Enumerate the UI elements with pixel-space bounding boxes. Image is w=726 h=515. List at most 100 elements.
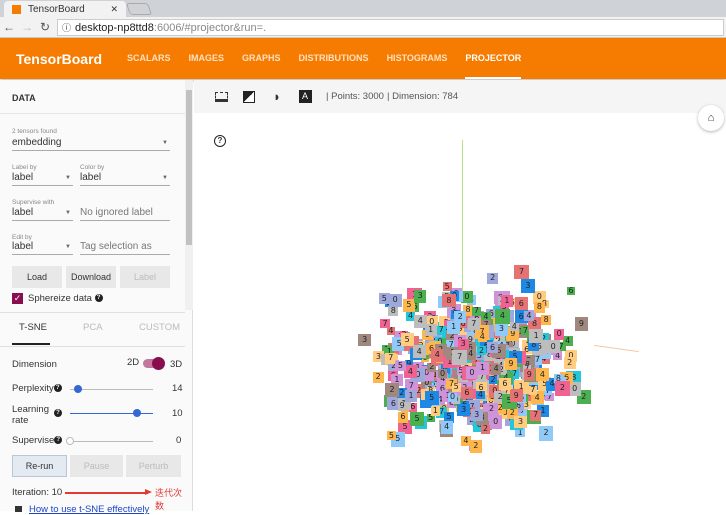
point[interactable]: 4 (386, 327, 395, 336)
projector-canvas[interactable]: ◗ A | Points: 3000 | Dimension: 784 ⌂ ? … (194, 80, 726, 511)
point[interactable]: 2 (563, 356, 576, 369)
dimension-toggle[interactable] (143, 357, 165, 370)
point[interactable]: 2 (469, 440, 483, 453)
nav-projector[interactable]: PROJECTOR (465, 38, 522, 79)
point[interactable]: 1 (476, 362, 489, 375)
point[interactable]: 0 (448, 392, 457, 402)
point[interactable]: 2 (538, 426, 554, 441)
point[interactable]: 5 (409, 411, 425, 427)
point[interactable]: 9 (574, 317, 589, 331)
point[interactable]: 6 (566, 286, 576, 296)
tensor-select[interactable]: embedding ▼ (12, 137, 170, 151)
nav-distributions[interactable]: DISTRIBUTIONS (299, 38, 369, 79)
nav-graphs[interactable]: GRAPHS (242, 38, 281, 79)
point[interactable]: 5 (451, 382, 461, 392)
point[interactable]: 1 (500, 294, 514, 308)
tab-pca[interactable]: PCA (83, 322, 103, 333)
point[interactable]: 9 (523, 369, 535, 381)
point[interactable]: 3 (514, 416, 527, 429)
point[interactable]: 7 (514, 264, 529, 280)
point[interactable]: 4 (509, 322, 519, 332)
point[interactable]: 4 (440, 421, 453, 434)
point[interactable]: 1 (430, 406, 441, 417)
label-button[interactable]: Label (120, 266, 170, 288)
point[interactable]: 2 (481, 424, 491, 434)
point[interactable]: 8 (442, 293, 456, 308)
perturb-button[interactable]: Perturb (126, 455, 181, 477)
point[interactable]: 0 (488, 415, 503, 429)
nav-histograms[interactable]: HISTOGRAMS (387, 38, 448, 79)
point[interactable]: 7 (468, 318, 480, 330)
rerun-button[interactable]: Re-run (12, 455, 67, 477)
url-input[interactable]: ⓘ desktop-np8ttd8:6006/#projector&run=. (57, 19, 724, 36)
selection-icon[interactable] (214, 90, 228, 104)
point[interactable]: 9 (397, 401, 407, 411)
point[interactable]: 7 (472, 307, 481, 316)
perplexity-slider[interactable] (70, 389, 153, 390)
edit-by-select[interactable]: label ▼ (12, 241, 73, 255)
point[interactable]: 7 (436, 325, 446, 335)
point[interactable]: 4 (412, 344, 426, 358)
point[interactable]: 6 (397, 412, 409, 423)
point[interactable]: 2 (555, 381, 570, 396)
learning-rate-slider-handle[interactable] (133, 409, 141, 417)
point[interactable]: 5 (442, 282, 452, 292)
new-tab-button[interactable] (125, 3, 153, 15)
point[interactable]: 9 (504, 357, 518, 371)
home-button[interactable]: ⌂ (698, 105, 724, 131)
point[interactable]: 6 (498, 378, 511, 390)
sphereize-checkbox[interactable]: ✓ (12, 293, 23, 304)
tsne-help-link[interactable]: How to use t-SNE effectively (29, 504, 149, 515)
help-icon[interactable]: ? (214, 135, 226, 147)
supervise-select[interactable]: label ▼ (12, 207, 73, 221)
point[interactable]: 6 (486, 341, 499, 354)
point[interactable]: 0 (388, 294, 402, 307)
point[interactable]: 4 (490, 364, 502, 375)
ignored-label-input[interactable]: No ignored label (80, 207, 170, 221)
scroll-thumb[interactable] (186, 90, 192, 245)
pause-button[interactable]: Pause (70, 455, 123, 477)
point[interactable]: 2 (384, 382, 400, 398)
nav-scalars[interactable]: SCALARS (127, 38, 171, 79)
moon-icon[interactable]: ◗ (270, 89, 284, 104)
point[interactable]: 6 (461, 387, 473, 399)
point[interactable]: 3 (520, 278, 535, 293)
download-button[interactable]: Download (66, 266, 116, 288)
point[interactable]: 2 (488, 375, 498, 385)
point[interactable]: 4 (403, 364, 417, 378)
point[interactable]: 2 (476, 345, 487, 356)
point[interactable]: 1 (404, 389, 418, 403)
point[interactable]: 3 (494, 322, 508, 336)
perplexity-slider-handle[interactable] (74, 385, 82, 393)
point[interactable]: 2 (487, 273, 498, 284)
point[interactable]: 0 (553, 329, 565, 340)
point[interactable]: 1 (424, 324, 437, 337)
point[interactable]: 7 (530, 410, 541, 421)
point[interactable]: 1 (528, 328, 544, 344)
point[interactable]: 8 (534, 301, 545, 313)
point[interactable]: 3 (470, 409, 483, 422)
supervise-slider[interactable] (70, 441, 153, 442)
point[interactable]: 1 (447, 321, 460, 334)
forward-icon[interactable]: → (18, 20, 36, 34)
point[interactable]: 5 (395, 360, 406, 371)
point[interactable]: 3 (457, 403, 471, 417)
point[interactable]: 4 (476, 390, 485, 400)
point[interactable]: 4 (478, 333, 487, 342)
point[interactable]: 3 (414, 290, 427, 303)
point[interactable]: 0 (546, 339, 561, 354)
color-by-select[interactable]: label ▼ (80, 172, 170, 186)
point[interactable]: 7 (452, 350, 468, 366)
point[interactable]: 5 (386, 431, 396, 440)
point[interactable]: 5 (424, 391, 439, 406)
back-icon[interactable]: ← (0, 20, 18, 34)
point[interactable]: 4 (523, 311, 534, 322)
close-tab-icon[interactable]: ✕ (110, 4, 118, 15)
tab-custom[interactable]: CUSTOM (139, 322, 180, 333)
label-by-select[interactable]: label ▼ (12, 172, 73, 186)
tab-tsne[interactable]: T-SNE (19, 322, 47, 333)
night-mode-icon[interactable] (242, 90, 256, 104)
browser-tab[interactable]: TensorBoard ✕ (4, 1, 126, 17)
tag-selection-input[interactable]: Tag selection as (80, 241, 170, 255)
point[interactable]: 3 (358, 333, 371, 347)
